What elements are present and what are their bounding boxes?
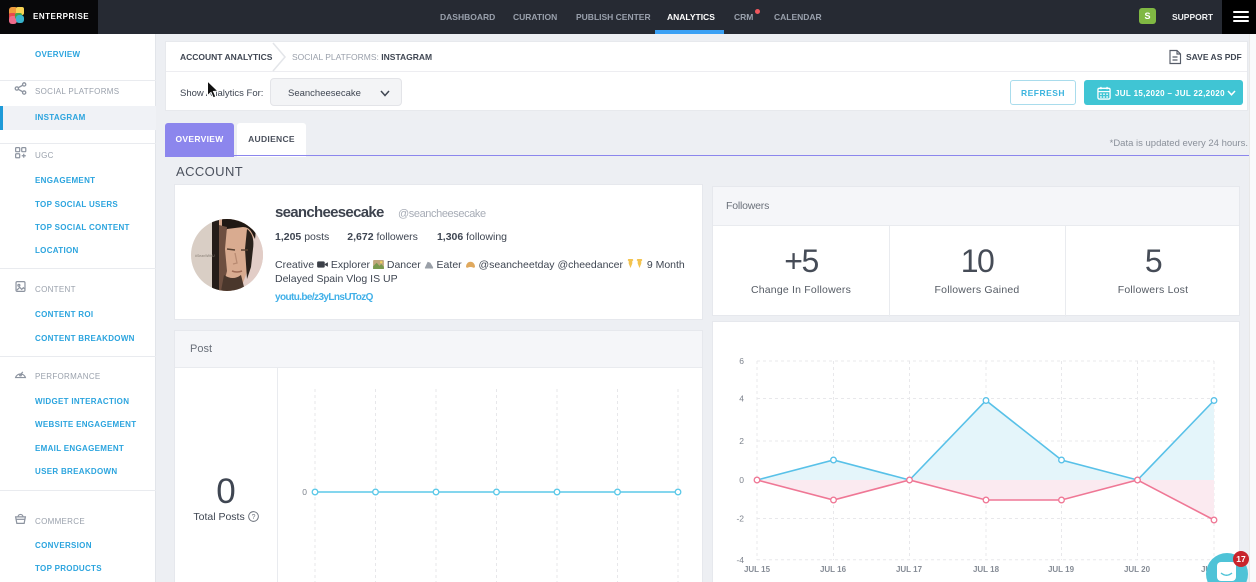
svg-text:0: 0: [302, 487, 307, 497]
svg-text:JUL 15: JUL 15: [744, 565, 771, 574]
svg-text:-4: -4: [736, 555, 744, 565]
svg-text:#SeanWithU: #SeanWithU: [195, 254, 215, 258]
svg-text:2: 2: [739, 436, 744, 446]
svg-text:6: 6: [739, 356, 744, 366]
svg-text:4: 4: [739, 394, 744, 404]
svg-text:0: 0: [739, 475, 744, 485]
svg-text:JUL 20: JUL 20: [1124, 565, 1151, 574]
svg-text:?: ?: [251, 514, 255, 521]
svg-text:JUL 16: JUL 16: [820, 565, 847, 574]
svg-text:-2: -2: [736, 514, 744, 524]
svg-text:JUL 17: JUL 17: [896, 565, 923, 574]
svg-text:JUL 18: JUL 18: [973, 565, 1000, 574]
svg-text:JUL 19: JUL 19: [1048, 565, 1075, 574]
